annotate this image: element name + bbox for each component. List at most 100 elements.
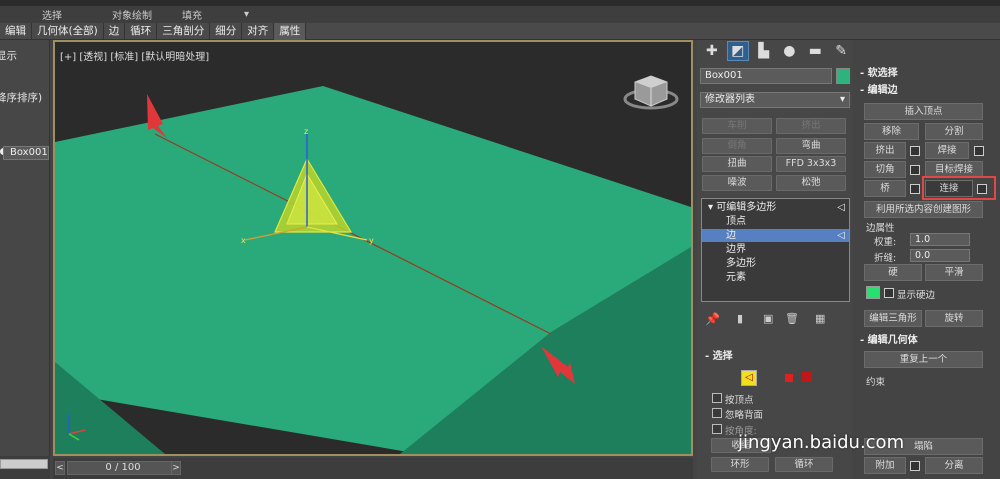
- next-frame-button[interactable]: >: [171, 461, 181, 475]
- pin-stack-icon[interactable]: 📌: [705, 312, 720, 326]
- by-vertex-checkbox[interactable]: [712, 393, 722, 403]
- ribbon-geometry-all[interactable]: 几何体(全部): [32, 22, 104, 40]
- chamfer-button[interactable]: 切角: [864, 161, 906, 178]
- detach-button[interactable]: 分离: [925, 457, 983, 474]
- light-icon: ◁: [837, 202, 845, 213]
- make-unique-icon[interactable]: ▣: [763, 312, 773, 325]
- watermark-text: jingyan.baidu.com: [738, 432, 905, 453]
- insert-vertex-button[interactable]: 插入顶点: [864, 103, 983, 120]
- loop-button[interactable]: 循环: [775, 457, 833, 472]
- twist-button[interactable]: 扭曲: [702, 156, 772, 172]
- object-color-swatch[interactable]: [836, 68, 850, 84]
- bridge-settings-icon[interactable]: [910, 184, 920, 194]
- bevel-button[interactable]: 倒角: [702, 138, 772, 154]
- crease-spinner[interactable]: 0.0: [910, 249, 970, 262]
- ffd-button[interactable]: FFD 3x3x3: [776, 156, 846, 172]
- stack-item-polygon[interactable]: 多边形: [702, 257, 849, 270]
- ribbon-properties[interactable]: 属性: [274, 22, 307, 40]
- perspective-viewport[interactable]: z x y [+] [透视] [标准] [默认明暗处理]: [53, 40, 693, 456]
- attach-settings-icon[interactable]: [910, 461, 920, 471]
- modifier-list-label: 修改器列表: [705, 94, 755, 105]
- menu-fill[interactable]: 填充: [182, 7, 232, 22]
- stack-item-element[interactable]: 元素: [702, 271, 849, 284]
- hard-edge-color-swatch[interactable]: [866, 286, 880, 299]
- viewport-label[interactable]: [+] [透视] [标准] [默认明暗处理]: [60, 48, 209, 63]
- repeat-last-button[interactable]: 重复上一个: [864, 351, 983, 368]
- stack-item-edge[interactable]: 边 ◁: [702, 229, 849, 242]
- modify-tab-icon[interactable]: ◩: [726, 41, 749, 61]
- axis-x-label: x: [241, 236, 246, 245]
- extrude-settings-icon[interactable]: [910, 146, 920, 156]
- edit-geometry-rollout-title[interactable]: 编辑几何体: [856, 334, 996, 348]
- bend-button[interactable]: 弯曲: [776, 138, 846, 154]
- connect-button[interactable]: 连接: [925, 180, 973, 197]
- display-hard-label: 显示硬边: [897, 290, 936, 301]
- turn-button[interactable]: 旋转: [925, 310, 983, 327]
- create-tab-icon[interactable]: ✚: [701, 41, 723, 61]
- crease-label: 折缝:: [874, 253, 897, 264]
- selection-rollout-title[interactable]: 选择: [701, 350, 841, 364]
- hierarchy-tab-icon[interactable]: ▙: [753, 41, 775, 61]
- modifier-list-dropdown[interactable]: 修改器列表 ▾: [700, 92, 850, 108]
- ribbon-loop[interactable]: 循环: [125, 22, 158, 40]
- chevron-down-icon: ▾: [839, 94, 845, 105]
- weight-spinner[interactable]: 1.0: [910, 233, 970, 246]
- axis-z-label: z: [304, 127, 308, 136]
- attach-button[interactable]: 附加: [864, 457, 906, 474]
- ignore-backfacing-checkbox[interactable]: [712, 408, 722, 418]
- ring-button[interactable]: 环形: [711, 457, 769, 472]
- show-end-result-icon[interactable]: ▮: [737, 312, 743, 325]
- noise-button[interactable]: 噪波: [702, 175, 772, 191]
- dropdown-icon[interactable]: ▾: [232, 9, 249, 20]
- edit-edges-panel: 软选择 编辑边 插入顶点 移除 分割 挤出 焊接 切角 目标焊接 桥 连接 利用…: [852, 40, 1000, 479]
- stack-item-vertex[interactable]: 顶点: [702, 215, 849, 228]
- command-panel: ✚ ◩ ▙ ● ▬ ✎ Box001 修改器列表 ▾ 车削 挤出 倒角 弯曲 扭曲…: [697, 40, 852, 479]
- modifier-stack[interactable]: ▾ 可编辑多边形 ◁ 顶点 边 ◁ 边界 多边形 元素: [701, 198, 850, 302]
- create-shape-button[interactable]: 利用所选内容创建图形: [864, 201, 983, 218]
- ribbon-edit[interactable]: 编辑: [0, 22, 32, 40]
- element-mode-icon[interactable]: [802, 372, 812, 382]
- smooth-button[interactable]: 平滑: [925, 264, 983, 281]
- menu-select[interactable]: 选择: [0, 7, 92, 22]
- lathe-button[interactable]: 车削: [702, 118, 772, 134]
- edge-mode-icon[interactable]: ◁: [741, 370, 757, 386]
- object-name-field[interactable]: Box001: [700, 68, 832, 84]
- time-slider[interactable]: 0 / 100: [67, 461, 179, 475]
- motion-tab-icon[interactable]: ●: [779, 41, 801, 61]
- sort-label: 降序排序): [0, 92, 43, 104]
- ribbon-triangulate[interactable]: 三角剖分: [157, 22, 211, 40]
- ribbon-align[interactable]: 对齐: [242, 22, 275, 40]
- progress-bar: [0, 459, 48, 469]
- hard-button[interactable]: 硬: [864, 264, 922, 281]
- viewcube-icon[interactable]: [623, 75, 679, 110]
- by-angle-checkbox[interactable]: [712, 424, 722, 434]
- relax-button[interactable]: 松弛: [776, 175, 846, 191]
- prev-frame-button[interactable]: <: [55, 461, 65, 475]
- ribbon-subdivide[interactable]: 细分: [210, 22, 243, 40]
- weld-settings-icon[interactable]: [974, 146, 984, 156]
- edit-triangulation-button[interactable]: 编辑三角形: [864, 310, 922, 327]
- split-button[interactable]: 分割: [925, 123, 983, 140]
- ribbon-edges[interactable]: 边: [104, 22, 126, 40]
- extrude-modifier-button[interactable]: 挤出: [776, 118, 846, 134]
- bridge-button[interactable]: 桥: [864, 180, 906, 197]
- chamfer-settings-icon[interactable]: [910, 165, 920, 175]
- remove-button[interactable]: 移除: [864, 123, 919, 140]
- edit-edges-rollout-title[interactable]: 编辑边: [856, 84, 996, 98]
- weld-button[interactable]: 焊接: [925, 142, 969, 159]
- stack-item-border[interactable]: 边界: [702, 243, 849, 256]
- menu-object-paint[interactable]: 对象绘制: [92, 7, 182, 22]
- polygon-mode-icon[interactable]: [785, 374, 793, 382]
- display-hard-checkbox[interactable]: [884, 288, 894, 298]
- configure-modifier-icon[interactable]: ▦: [815, 312, 825, 325]
- extrude-button[interactable]: 挤出: [864, 142, 906, 159]
- display-tab-icon[interactable]: ▬: [804, 41, 826, 61]
- scene-object-box001[interactable]: Box001: [3, 146, 49, 160]
- remove-modifier-icon[interactable]: 🗑: [785, 312, 799, 325]
- connect-settings-icon[interactable]: [977, 184, 987, 194]
- stack-root[interactable]: ▾ 可编辑多边形 ◁: [702, 201, 849, 214]
- by-vertex-label: 按顶点: [725, 395, 754, 406]
- ignore-backfacing-label: 忽略背面: [725, 410, 764, 421]
- utilities-tab-icon[interactable]: ✎: [830, 41, 852, 61]
- soft-selection-rollout-title[interactable]: 软选择: [856, 67, 996, 81]
